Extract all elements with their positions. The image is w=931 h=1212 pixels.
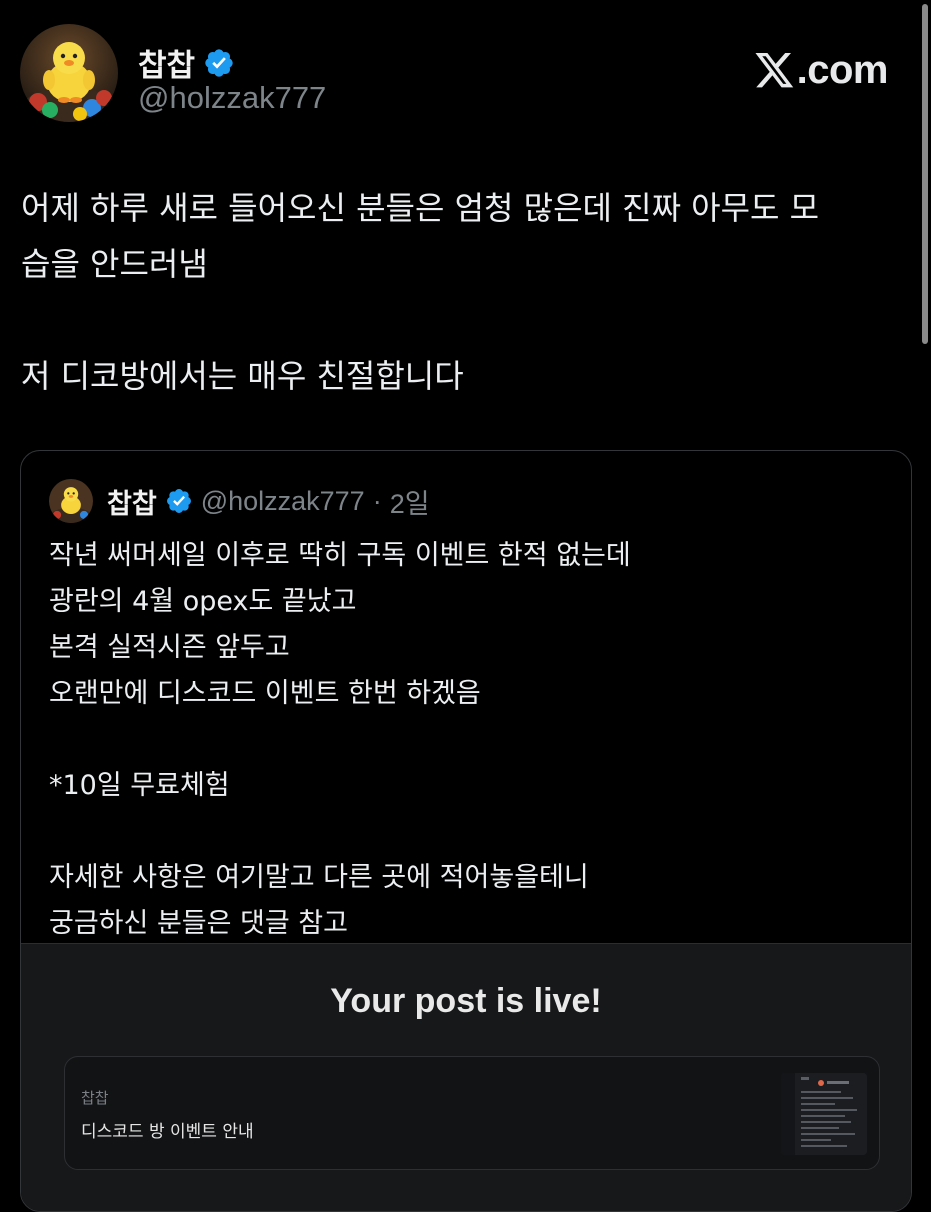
quoted-timestamp[interactable]: 2일	[390, 482, 430, 521]
author-display-name[interactable]: 찹찹	[138, 40, 195, 85]
post-line: 저 디코방에서는 매우 친절합니다	[21, 357, 464, 395]
post-preview[interactable]: 찹찹 디스코드 방 이벤트 안내	[64, 1056, 880, 1170]
quoted-line: 자세한 사항은 여기말고 다른 곳에 적어놓을테니	[49, 862, 589, 893]
post-line: 습을 안드러냄	[21, 245, 208, 283]
quoted-display-name[interactable]: 찹찹	[107, 482, 157, 521]
x-brand: .com	[755, 48, 889, 93]
verified-badge-icon	[203, 47, 235, 79]
quoted-line: 광란의 4월 opex도 끝났고	[49, 586, 357, 617]
post-line: 어제 하루 새로 들어오신 분들은 엄청 많은데 진짜 아무도 모	[21, 189, 820, 227]
x-logo-icon	[755, 52, 795, 89]
quoted-line: *10일 무료체험	[49, 770, 230, 801]
card-title: Your post is live!	[330, 982, 602, 1020]
quoted-post-header: 찹찹 @holzzak777 · 2일	[49, 479, 430, 523]
brand-domain-text: .com	[796, 48, 889, 92]
quoted-post-body: 작년 써머세일 이후로 딱히 구독 이벤트 한적 없는데 광란의 4월 opex…	[49, 533, 889, 947]
avatar[interactable]	[20, 24, 118, 122]
quoted-avatar[interactable]	[49, 479, 93, 523]
quoted-line: 본격 실적시즌 앞두고	[49, 632, 290, 663]
author-handle[interactable]: @holzzak777	[138, 80, 326, 116]
quoted-line: 작년 써머세일 이후로 딱히 구독 이벤트 한적 없는데	[49, 540, 631, 571]
post-header: 찹찹 @holzzak777 .com	[20, 24, 900, 134]
quoted-line: 오랜만에 디스코드 이벤트 한번 하겠음	[49, 678, 481, 709]
attached-media-card[interactable]: Your post is live! 찹찹 디스코드 방 이벤트 안내	[21, 943, 911, 1211]
quoted-handle[interactable]: @holzzak777	[201, 486, 365, 517]
post-body: 어제 하루 새로 들어오신 분들은 엄청 많은데 진짜 아무도 모 습을 안드러…	[21, 180, 901, 404]
quoted-line: 궁금하신 분들은 댓글 참고	[49, 908, 348, 939]
separator-dot: ·	[372, 485, 382, 516]
author-name-row: 찹찹	[138, 40, 235, 85]
quoted-post[interactable]: 찹찹 @holzzak777 · 2일 작년 써머세일 이후로 딱히 구독 이벤…	[20, 450, 912, 1212]
verified-badge-icon	[165, 487, 193, 515]
preview-thumbnail	[781, 1073, 867, 1155]
preview-author: 찹찹	[81, 1089, 109, 1107]
scrollbar[interactable]	[922, 4, 928, 344]
preview-title: 디스코드 방 이벤트 안내	[81, 1122, 254, 1142]
